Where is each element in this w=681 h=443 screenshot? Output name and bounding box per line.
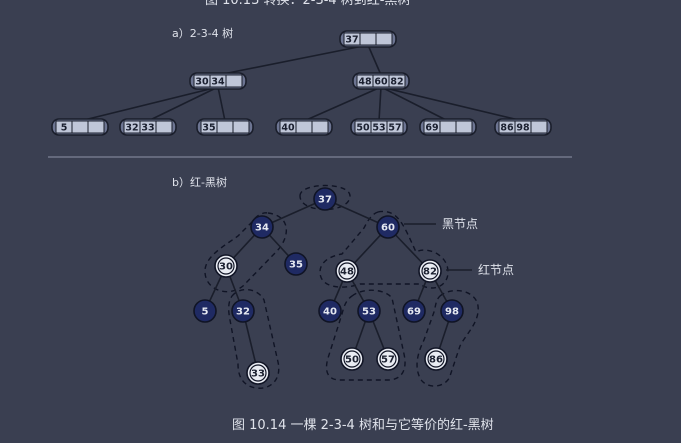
tree234-key-slot bbox=[311, 120, 329, 134]
group-outline-30-34 bbox=[204, 212, 288, 293]
rb-node-40: 40 bbox=[318, 299, 342, 323]
tree234-key-value: 32 bbox=[125, 123, 138, 134]
tree234-key-slot bbox=[87, 120, 105, 134]
tree234-key-value: 5 bbox=[61, 123, 68, 134]
rb-node-value: 60 bbox=[381, 223, 395, 234]
rb-node-60: 60 bbox=[376, 215, 400, 239]
tree-234: 37 30 34 48 60 82 5 32 33 35 40 50 53 57 69 86 98 bbox=[51, 30, 552, 136]
rb-node-value: 30 bbox=[219, 262, 233, 273]
tree234-edge bbox=[147, 86, 219, 122]
tree234-leaf-node: 5 bbox=[51, 118, 109, 136]
tree234-key-value: 33 bbox=[141, 123, 154, 134]
rb-node-98: 98 bbox=[440, 299, 464, 323]
rb-node-value: 69 bbox=[407, 307, 421, 318]
tree234-leaf-node: 40 bbox=[275, 118, 333, 136]
tree234-key-value: 86 bbox=[500, 123, 514, 134]
tree234-edge bbox=[380, 86, 524, 122]
rb-node-value: 86 bbox=[429, 355, 443, 366]
rb-node-53: 53 bbox=[357, 299, 381, 323]
rb-node-35: 35 bbox=[284, 252, 308, 276]
rb-node-50: 50 bbox=[340, 347, 364, 371]
tree234-edge bbox=[217, 44, 369, 76]
rb-node-37: 37 bbox=[313, 187, 337, 211]
tree234-leaf-node: 50 53 57 bbox=[350, 118, 408, 136]
rb-node-33: 33 bbox=[246, 361, 270, 385]
tree234-key-slot bbox=[375, 32, 393, 46]
tree234-key-value: 82 bbox=[390, 77, 403, 88]
tree234-level1-node: 30 34 bbox=[189, 72, 247, 90]
tree234-key-slot bbox=[439, 120, 457, 134]
tree234-key-value: 48 bbox=[358, 77, 372, 88]
tree234-key-value: 60 bbox=[374, 77, 388, 88]
legend-red-node-label: 红节点 bbox=[478, 262, 514, 277]
tree234-edge bbox=[378, 86, 382, 122]
legend-black-node-label: 黑节点 bbox=[442, 217, 478, 231]
top-header: 图 10.13 转换：2-3-4 树到红-黑树 bbox=[205, 0, 411, 8]
tree234-key-value: 69 bbox=[425, 123, 438, 134]
tree234-leaf-node: 35 bbox=[196, 118, 254, 136]
tree234-key-slot bbox=[232, 120, 250, 134]
tree234-level1-node: 48 60 82 bbox=[352, 72, 410, 90]
tree234-root-node: 37 bbox=[339, 30, 397, 48]
rb-node-value: 37 bbox=[318, 195, 332, 206]
rb-node-34: 34 bbox=[250, 215, 274, 239]
figure-caption: 图 10.14 一棵 2-3-4 树和与它等价的红-黑树 bbox=[232, 417, 494, 433]
tree234-edge bbox=[367, 44, 382, 76]
tree234-leaf-node: 32 33 bbox=[119, 118, 177, 136]
rb-node-value: 57 bbox=[381, 355, 395, 366]
tree234-key-slot bbox=[530, 120, 548, 134]
rb-node-30: 30 bbox=[214, 254, 238, 278]
tree234-key-slot bbox=[455, 120, 473, 134]
tree234-edge bbox=[79, 86, 219, 122]
tree234-key-value: 34 bbox=[211, 77, 225, 88]
rb-node-86: 86 bbox=[424, 347, 448, 371]
rb-node-69: 69 bbox=[402, 299, 426, 323]
tree234-edge bbox=[217, 86, 226, 122]
rb-node-value: 50 bbox=[345, 355, 359, 366]
rb-node-value: 32 bbox=[236, 307, 250, 318]
tree234-key-value: 40 bbox=[281, 123, 295, 134]
red-black-tree: 37 34 60 30 35 48 82 5 32 40 53 69 98 33 50 57 86 bbox=[193, 184, 479, 389]
rb-node-value: 48 bbox=[340, 267, 354, 278]
rb-node-value: 5 bbox=[202, 307, 209, 318]
rb-node-82: 82 bbox=[418, 259, 442, 283]
tree234-key-slot bbox=[225, 74, 243, 88]
rb-node-value: 82 bbox=[423, 267, 437, 278]
rb-node-value: 53 bbox=[362, 307, 376, 318]
rb-node-value: 33 bbox=[251, 369, 265, 380]
tree234-edge bbox=[380, 86, 449, 122]
rb-node-5: 5 bbox=[193, 299, 217, 323]
tree234-key-value: 35 bbox=[202, 123, 215, 134]
tree234-key-slot bbox=[295, 120, 313, 134]
rb-node-value: 40 bbox=[323, 307, 337, 318]
tree234-key-slot bbox=[71, 120, 89, 134]
tree234-key-value: 50 bbox=[356, 123, 370, 134]
rb-node-value: 98 bbox=[445, 307, 459, 318]
tree234-key-slot bbox=[359, 32, 377, 46]
rb-node-48: 48 bbox=[335, 259, 359, 283]
rb-node-32: 32 bbox=[231, 299, 255, 323]
tree234-key-value: 98 bbox=[516, 123, 530, 134]
tree234-key-value: 57 bbox=[388, 123, 401, 134]
rb-node-57: 57 bbox=[376, 347, 400, 371]
rb-node-value: 35 bbox=[289, 260, 303, 271]
rb-node-value: 34 bbox=[255, 223, 269, 234]
tree234-key-slot bbox=[155, 120, 173, 134]
tree234-edge bbox=[303, 86, 382, 122]
tree234-key-value: 53 bbox=[372, 123, 385, 134]
figure-canvas: 图 10.13 转换：2-3-4 树到红-黑树 a）2-3-4 树 b）红-黑树… bbox=[48, 0, 572, 433]
tree234-key-slot bbox=[216, 120, 234, 134]
section-a-label: a）2-3-4 树 bbox=[172, 26, 233, 40]
tree234-key-value: 30 bbox=[195, 77, 209, 88]
tree234-leaf-node: 86 98 bbox=[494, 118, 552, 136]
tree234-key-value: 37 bbox=[345, 35, 358, 46]
section-b-label: b）红-黑树 bbox=[172, 175, 227, 189]
tree234-leaf-node: 69 bbox=[419, 118, 477, 136]
